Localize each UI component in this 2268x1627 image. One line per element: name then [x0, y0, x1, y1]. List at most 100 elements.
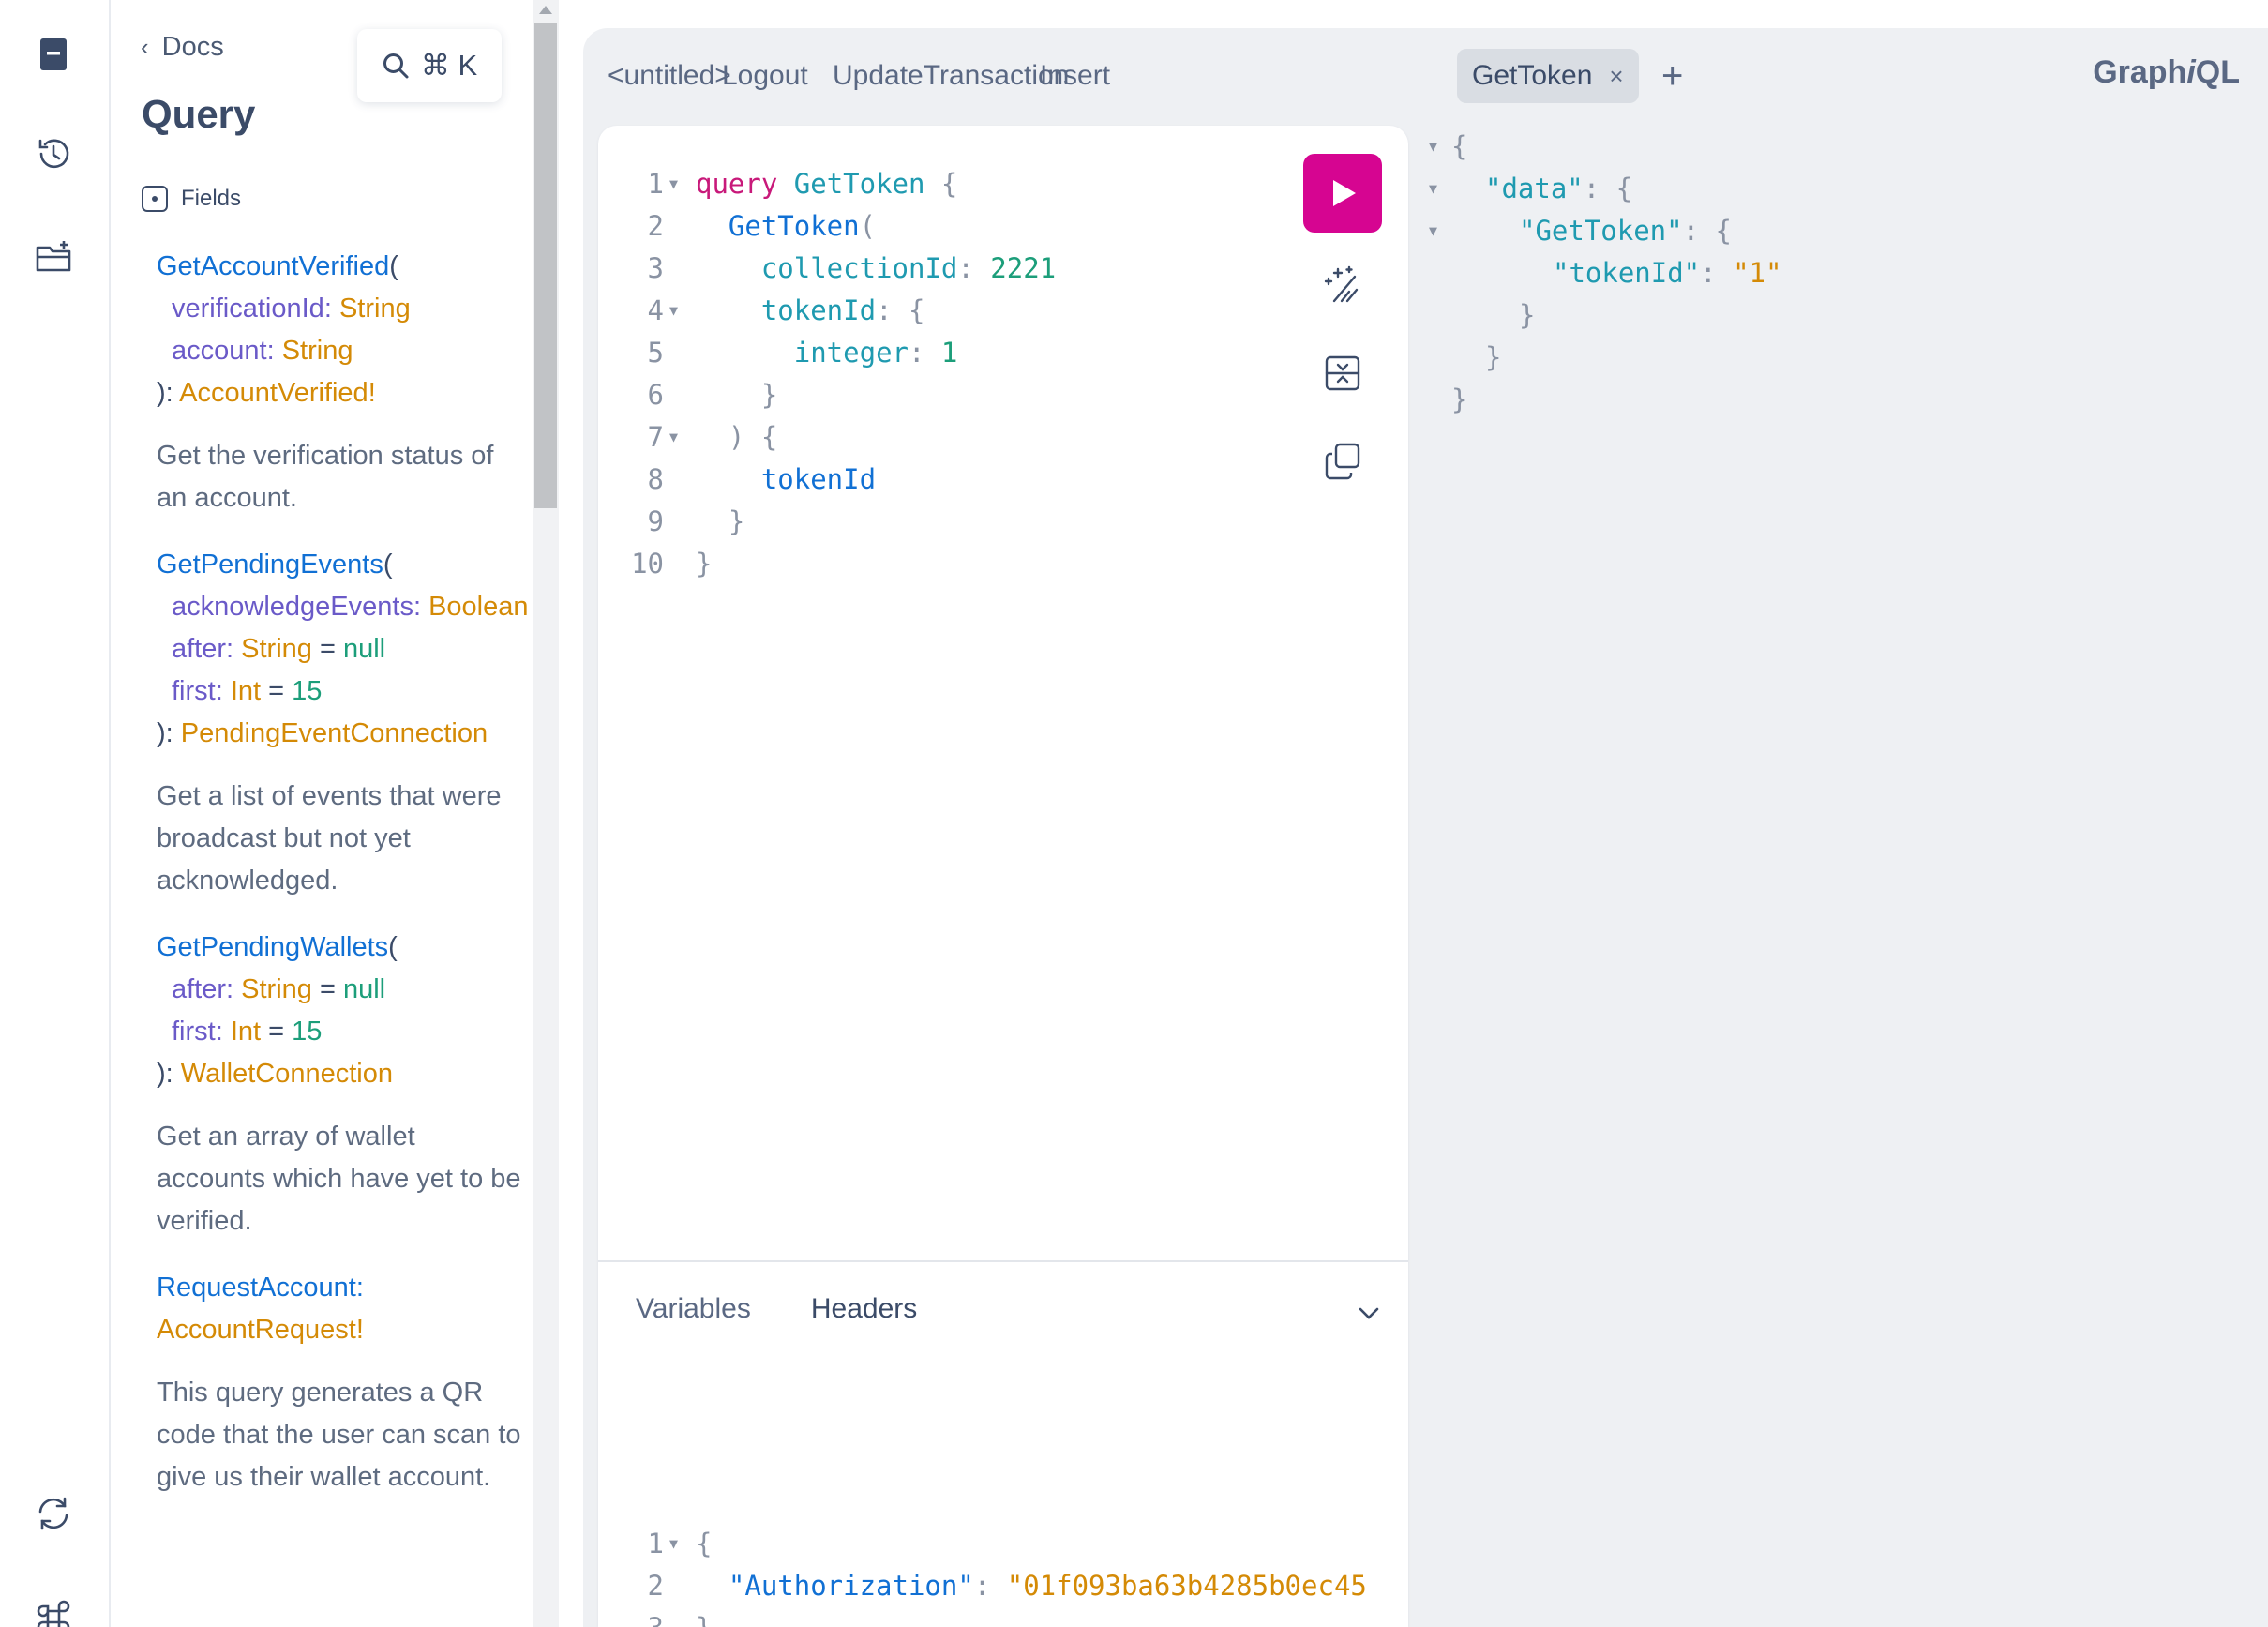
argument-name[interactable]: account — [172, 336, 267, 366]
result-text: "GetToken": { — [1519, 210, 1732, 252]
code-token: tokenId — [760, 463, 877, 495]
punctuation: = — [311, 974, 343, 1004]
code-token: "01f093ba63b4285b0ec45 — [1006, 1570, 1367, 1602]
fold-marker-icon[interactable]: ▼ — [1429, 168, 1437, 210]
return-type-link[interactable]: PendingEventConnection — [181, 718, 488, 748]
argument-type-link[interactable]: String — [241, 974, 312, 1004]
field-name-link[interactable]: GetPendingWallets — [157, 932, 388, 962]
tab-gettoken[interactable]: GetToken × — [1457, 49, 1639, 103]
scroll-thumb[interactable] — [534, 23, 557, 508]
docs-explorer: ‹ Docs Query ⌘ K Fields GetAccountVerifi… — [113, 0, 533, 1627]
line-number: 4 — [647, 294, 664, 326]
field-argument: acknowledgeEvents: Boolean = false — [157, 586, 529, 628]
code-token: } — [1485, 341, 1502, 373]
code-text: integer: 1 — [696, 332, 958, 374]
return-type-link[interactable]: AccountRequest — [157, 1315, 356, 1345]
argument-type-link[interactable]: Int — [231, 1017, 261, 1047]
close-tab-icon[interactable]: × — [1609, 62, 1623, 91]
code-line: 1 ▼ { — [598, 1523, 1408, 1565]
search-button[interactable]: ⌘ K — [357, 29, 502, 102]
fold-marker-icon[interactable]: ▼ — [669, 416, 678, 459]
punctuation: ): — [157, 1059, 181, 1089]
tab-label: Logout — [722, 60, 808, 91]
tab-insert[interactable]: Insert — [1025, 49, 1125, 103]
tab-variables[interactable]: Variables — [636, 1293, 751, 1325]
editor-tools-tabs: Variables Headers — [636, 1293, 917, 1325]
field-signature: RequestAccount: — [157, 1267, 522, 1309]
code-text: } — [696, 501, 744, 543]
editor-divider — [598, 1260, 1408, 1262]
field-argument: after: String = null — [157, 969, 522, 1011]
punctuation: ( — [388, 932, 398, 962]
tab-headers[interactable]: Headers — [811, 1293, 917, 1325]
tab-logout[interactable]: Logout — [707, 49, 823, 103]
docs-icon[interactable] — [29, 30, 78, 79]
chevron-left-icon: ‹ — [141, 33, 149, 61]
fold-marker-icon[interactable]: ▼ — [669, 163, 678, 205]
fields-section-header: Fields — [142, 186, 241, 212]
tab-bar: <untitled> Logout UpdateTransaction Inse… — [583, 28, 2268, 127]
copy-query-button[interactable] — [1320, 439, 1365, 484]
headers-editor[interactable]: 1 ▼ {2 "Authorization": "01f093ba63b4285b0… — [598, 1523, 1408, 1627]
merge-fragments-button[interactable] — [1320, 351, 1365, 396]
punctuation: : — [266, 336, 282, 366]
argument-type-link[interactable]: Boolean — [428, 592, 528, 622]
fold-marker-icon[interactable]: ▼ — [669, 1523, 678, 1565]
punctuation: : — [355, 1273, 364, 1303]
punctuation: ! — [368, 378, 376, 408]
code-token: "Authorization" — [728, 1570, 974, 1602]
code-token: : { — [1682, 215, 1732, 247]
argument-name[interactable]: first — [172, 1017, 216, 1047]
code-text: tokenId — [696, 459, 876, 501]
argument-type-link[interactable]: Int — [231, 676, 261, 706]
argument-name[interactable]: after — [172, 974, 226, 1004]
docs-scrollbar[interactable] — [533, 0, 559, 1627]
fold-marker-icon[interactable]: ▼ — [1429, 210, 1437, 252]
fold-marker-icon[interactable]: ▼ — [1429, 126, 1437, 168]
docs-title: Query — [142, 92, 256, 136]
add-folder-icon[interactable] — [29, 233, 78, 281]
refresh-icon[interactable] — [29, 1489, 78, 1538]
punctuation: : — [323, 294, 339, 324]
line-number: 1 — [647, 1528, 664, 1559]
shortcut-icon[interactable] — [29, 1592, 78, 1627]
code-token: { — [1451, 130, 1468, 162]
argument-name[interactable]: first — [172, 676, 216, 706]
prettify-button[interactable] — [1320, 263, 1365, 308]
query-editor[interactable]: 1 ▼ query GetToken {2 GetToken(3 collectio… — [598, 126, 1408, 1627]
argument-default: null — [342, 974, 386, 1004]
argument-type-link[interactable]: String — [339, 294, 411, 324]
argument-type-link[interactable]: String — [241, 634, 312, 664]
return-type-link[interactable]: WalletConnection — [181, 1059, 393, 1089]
chevron-down-icon[interactable] — [1353, 1298, 1385, 1330]
code-token: 1 — [940, 337, 958, 369]
field-name-link[interactable]: GetAccountVerified — [157, 251, 389, 281]
field-name-link[interactable]: GetPendingEvents — [157, 550, 383, 580]
argument-name[interactable]: acknowledgeEvents — [172, 592, 413, 622]
argument-type-link[interactable]: String — [282, 336, 353, 366]
punctuation: : — [226, 974, 242, 1004]
line-number: 1 — [647, 168, 664, 200]
field-return: AccountRequest! — [157, 1309, 522, 1351]
argument-name[interactable]: verificationId — [172, 294, 324, 324]
field-name-link[interactable]: RequestAccount — [157, 1273, 356, 1303]
execute-query-button[interactable] — [1303, 154, 1382, 233]
line-number: 10 — [631, 548, 664, 580]
history-icon[interactable] — [29, 129, 78, 178]
argument-default: 15 — [292, 1017, 323, 1047]
docs-back-link[interactable]: ‹ Docs — [141, 32, 224, 63]
code-token: GetToken — [728, 210, 860, 242]
fields-list: GetAccountVerified ( verificationId: Strin… — [157, 246, 529, 1523]
code-token: ) { — [728, 421, 778, 453]
fold-marker-icon[interactable]: ▼ — [669, 290, 678, 332]
return-type-link[interactable]: AccountVerified — [179, 378, 368, 408]
field-description: Get an array of wallet accounts which ha… — [157, 1122, 521, 1236]
argument-name[interactable]: after — [172, 634, 226, 664]
docs-field: GetAccountVerified(verificationId: Strin… — [157, 246, 522, 520]
add-tab-button[interactable]: + — [1661, 49, 1683, 103]
scroll-up-arrow[interactable] — [539, 6, 552, 14]
session-area: <untitled> Logout UpdateTransaction Inse… — [583, 28, 2268, 1627]
punctuation: ( — [383, 550, 393, 580]
